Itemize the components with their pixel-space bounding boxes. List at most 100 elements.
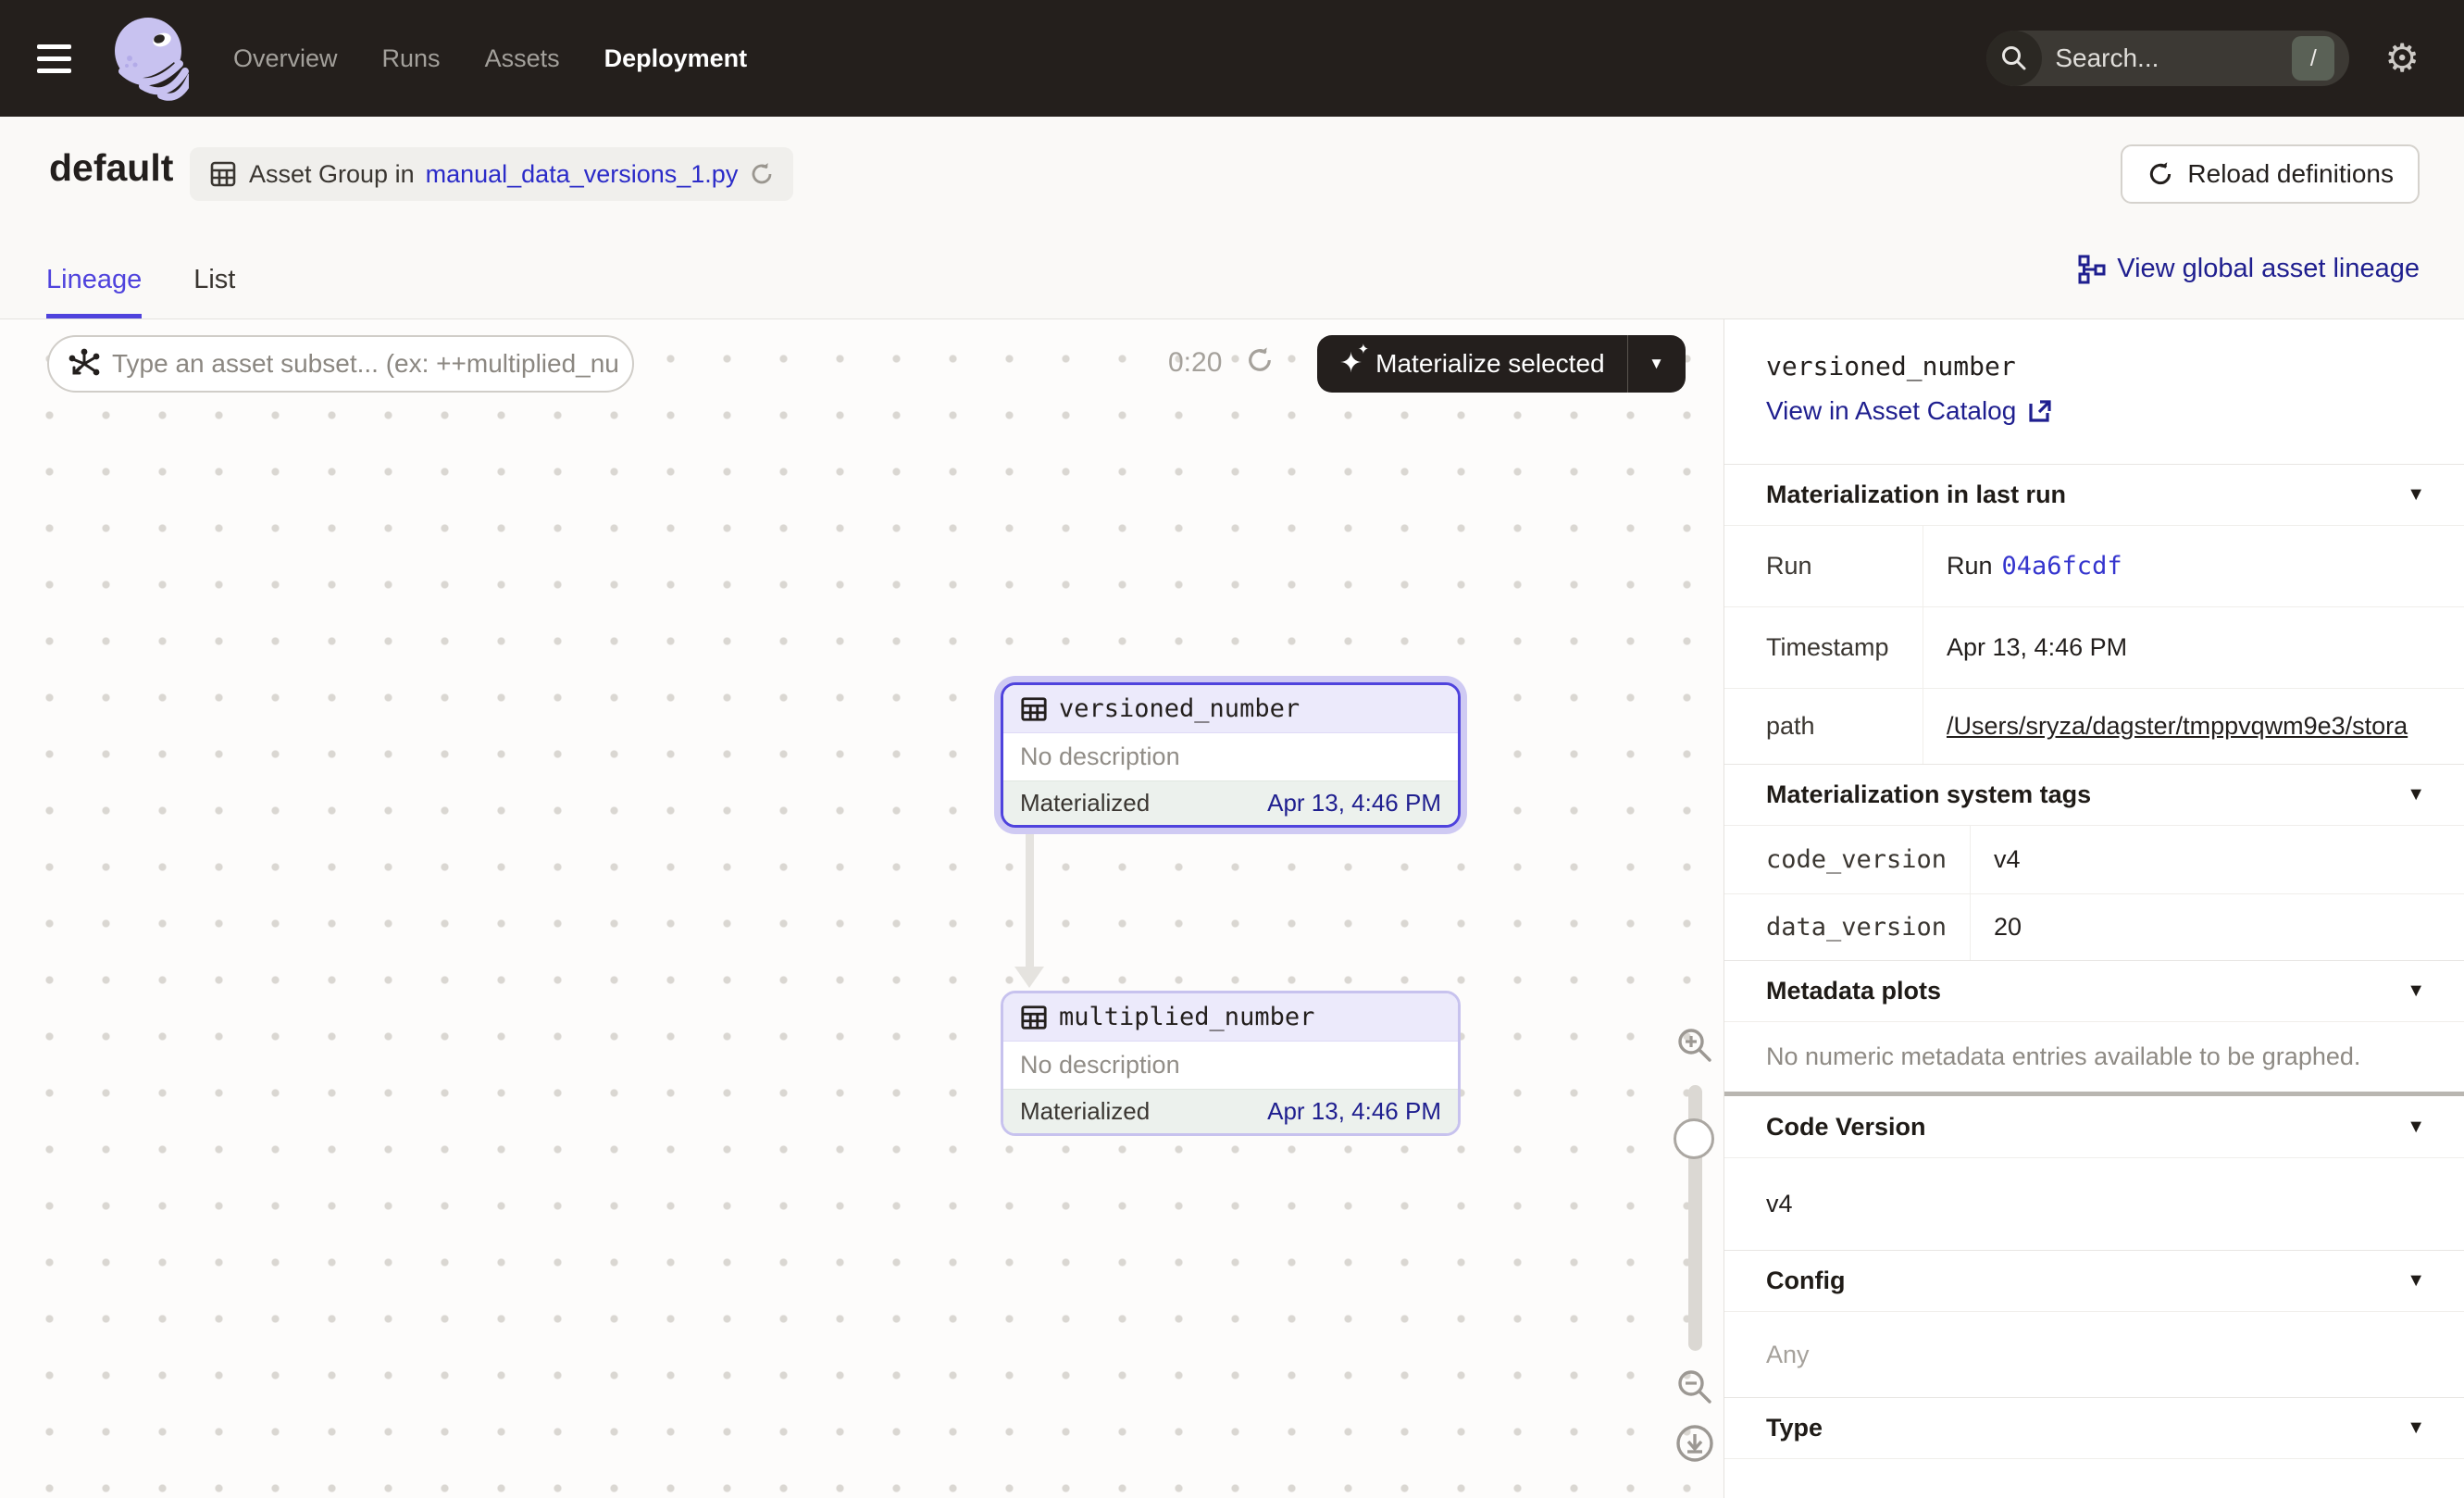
asset-group-prefix: Asset Group in [249, 160, 415, 189]
table-row-path: path /Users/sryza/dagster/tmppvqwm9e3/st… [1724, 688, 2464, 764]
panel-asset-title: versioned_number [1766, 351, 2425, 381]
asset-node-versioned-number[interactable]: versioned_number No description Material… [1001, 682, 1461, 828]
table-row-run: Run Run 04a6fcdf [1724, 525, 2464, 606]
table-row-code-version: code_version v4 [1724, 825, 2464, 893]
tab-lineage[interactable]: Lineage [46, 265, 142, 318]
table-row-data-version: data_version 20 [1724, 893, 2464, 960]
metadata-plots-empty-message: No numeric metadata entries available to… [1724, 1021, 2464, 1092]
asset-subset-input[interactable] [112, 349, 627, 379]
row-label: Timestamp [1724, 607, 1923, 688]
search-input[interactable] [2042, 44, 2292, 73]
reload-definitions-label: Reload definitions [2187, 159, 2394, 189]
zoom-slider-handle[interactable] [1674, 1118, 1714, 1159]
search-shortcut-key: / [2292, 36, 2334, 81]
dagster-logo-icon[interactable] [109, 14, 189, 103]
asset-group-icon [208, 159, 238, 189]
asset-table-icon [1020, 1004, 1048, 1031]
asset-node-status: Materialized [1020, 1097, 1150, 1126]
global-lineage-label: View global asset lineage [2117, 254, 2420, 284]
nav-items: Overview Runs Assets Deployment [233, 44, 747, 73]
search-icon [1986, 31, 2042, 86]
section-metadata-plots[interactable]: Metadata plots ▼ [1724, 960, 2464, 1021]
menu-icon[interactable] [37, 37, 89, 80]
nav-item-overview[interactable]: Overview [233, 44, 338, 73]
code-version-value: v4 [1724, 1157, 2464, 1250]
asset-group-badge: Asset Group in manual_data_versions_1.py [190, 147, 793, 201]
row-label: code_version [1724, 826, 1971, 893]
global-search[interactable]: / [1986, 31, 2349, 86]
view-in-asset-catalog-link[interactable]: View in Asset Catalog [1766, 396, 2425, 426]
section-label: Code Version [1766, 1113, 1926, 1142]
section-materialization-last-run[interactable]: Materialization in last run ▼ [1724, 464, 2464, 525]
asset-group-file-link[interactable]: manual_data_versions_1.py [426, 160, 739, 189]
settings-gear-icon[interactable]: ⚙ [2384, 39, 2420, 78]
run-prefix: Run [1947, 552, 1993, 580]
chevron-down-icon: ▼ [2407, 1117, 2425, 1138]
nav-item-assets[interactable]: Assets [485, 44, 560, 73]
asset-subset-filter[interactable] [47, 335, 634, 393]
config-value: Any [1724, 1311, 2464, 1397]
row-label: Run [1724, 526, 1923, 606]
sparkle-icon: ✦✦ [1339, 350, 1363, 378]
asset-node-timestamp[interactable]: Apr 13, 4:46 PM [1267, 1097, 1441, 1126]
type-section-body [1724, 1458, 2464, 1498]
section-system-tags[interactable]: Materialization system tags ▼ [1724, 764, 2464, 825]
asset-node-status: Materialized [1020, 789, 1150, 818]
canvas-refresh-icon[interactable] [1245, 345, 1275, 375]
materialize-label: Materialize selected [1375, 349, 1604, 379]
path-link[interactable]: /Users/sryza/dagster/tmppvqwm9e3/stora [1947, 712, 2408, 741]
timestamp-value: Apr 13, 4:46 PM [1923, 607, 2464, 688]
row-label: path [1724, 689, 1923, 764]
tag-value: 20 [1971, 894, 2464, 960]
section-label: Materialization in last run [1766, 481, 2066, 509]
asset-node-name: versioned_number [1059, 694, 1300, 723]
lineage-canvas[interactable]: 0:20 ✦✦ Materialize selected ▼ versioned… [0, 319, 1724, 1498]
view-tabs: Lineage List [46, 265, 235, 318]
reload-definitions-button[interactable]: Reload definitions [2121, 144, 2420, 204]
nav-item-runs[interactable]: Runs [382, 44, 441, 73]
download-image-icon[interactable] [1674, 1423, 1715, 1464]
table-row-timestamp: Timestamp Apr 13, 4:46 PM [1724, 606, 2464, 688]
section-config[interactable]: Config ▼ [1724, 1250, 2464, 1311]
lineage-edge-arrowhead [1014, 967, 1044, 988]
chevron-down-icon: ▼ [2407, 784, 2425, 805]
tag-value: v4 [1971, 826, 2464, 893]
materialize-selected-button[interactable]: ✦✦ Materialize selected ▼ [1317, 335, 1686, 393]
section-code-version[interactable]: Code Version ▼ [1724, 1096, 2464, 1157]
zoom-out-icon[interactable] [1675, 1367, 1714, 1406]
section-label: Materialization system tags [1766, 780, 2091, 809]
view-global-asset-lineage-link[interactable]: View global asset lineage [2076, 254, 2420, 284]
asset-node-multiplied-number[interactable]: multiplied_number No description Materia… [1001, 991, 1461, 1136]
section-label: Config [1766, 1267, 1845, 1295]
tab-list[interactable]: List [193, 265, 235, 318]
top-navbar: Overview Runs Assets Deployment / ⚙ [0, 0, 2464, 117]
asset-subset-icon [68, 347, 101, 381]
zoom-in-icon[interactable] [1675, 1026, 1714, 1065]
chevron-down-icon: ▼ [2407, 484, 2425, 506]
asset-table-icon [1020, 695, 1048, 723]
materialize-dropdown-caret[interactable]: ▼ [1628, 335, 1686, 393]
chevron-down-icon: ▼ [2407, 980, 2425, 1002]
chevron-down-icon: ▼ [2407, 1417, 2425, 1439]
badge-refresh-icon[interactable] [749, 161, 775, 187]
run-id-link[interactable]: 04a6fcdf [2002, 552, 2122, 580]
external-link-icon [2027, 398, 2053, 424]
nav-item-deployment[interactable]: Deployment [604, 44, 748, 73]
lineage-edge [1026, 834, 1034, 968]
asset-node-timestamp[interactable]: Apr 13, 4:46 PM [1267, 789, 1441, 818]
page-header: default Asset Group in manual_data_versi… [0, 117, 2464, 319]
page-title: default [49, 146, 173, 190]
section-label: Type [1766, 1414, 1823, 1442]
asset-node-description: No description [1003, 733, 1458, 780]
row-label: data_version [1724, 894, 1971, 960]
reload-icon [2147, 160, 2174, 188]
section-type[interactable]: Type ▼ [1724, 1397, 2464, 1458]
lineage-graph-icon [2076, 255, 2106, 284]
asset-details-panel: versioned_number View in Asset Catalog M… [1724, 319, 2464, 1498]
catalog-link-label: View in Asset Catalog [1766, 396, 2016, 426]
section-label: Metadata plots [1766, 977, 1941, 1005]
chevron-down-icon: ▼ [2407, 1270, 2425, 1292]
asset-node-name: multiplied_number [1059, 1003, 1314, 1031]
refresh-timer: 0:20 [1168, 347, 1222, 379]
asset-node-description: No description [1003, 1042, 1458, 1089]
